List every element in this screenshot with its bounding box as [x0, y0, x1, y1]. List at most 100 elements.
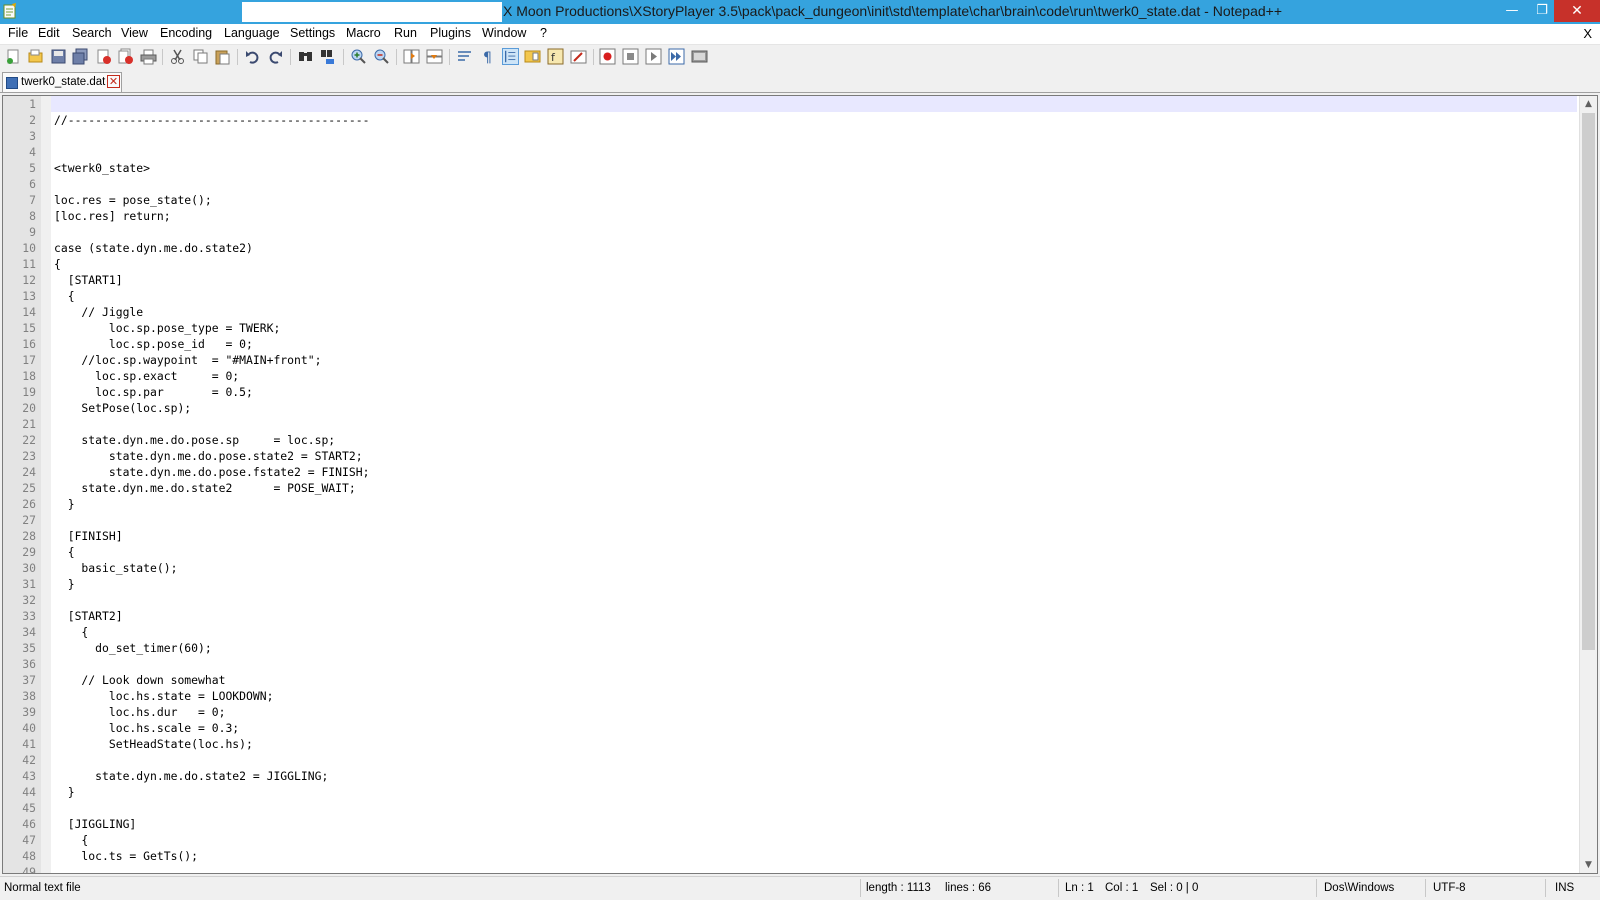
code-line[interactable]: 5 <twerk0_state> [29, 160, 1577, 176]
menu-macro[interactable]: Macro [346, 26, 381, 40]
menu-search[interactable]: Search [72, 26, 112, 40]
code-line[interactable]: 13 { [22, 288, 1577, 304]
code-line[interactable]: 21 [22, 416, 1577, 432]
code-line[interactable]: 41 SetHeadState(loc.hs); [22, 736, 1577, 752]
close-window-button[interactable]: ✕ [1554, 0, 1600, 22]
scroll-thumb[interactable] [1582, 113, 1595, 650]
code-line[interactable]: 22 state.dyn.me.do.pose.sp = loc.sp; [22, 432, 1577, 448]
close-icon[interactable] [95, 48, 112, 65]
code-line[interactable]: 25 state.dyn.me.do.state2 = POSE_WAIT; [22, 480, 1577, 496]
code-line[interactable]: 30 basic_state(); [22, 560, 1577, 576]
code-line[interactable]: 44 } [22, 784, 1577, 800]
code-line[interactable]: 2 //-------------------------------------… [29, 112, 1577, 128]
text-editor[interactable]: 1 2//------------------------------------… [2, 95, 1598, 874]
code-line[interactable]: 39 loc.hs.dur = 0; [22, 704, 1577, 720]
undo-icon[interactable] [244, 48, 261, 65]
menu-run[interactable]: Run [394, 26, 417, 40]
vertical-scrollbar[interactable]: ▲ ▼ [1579, 96, 1597, 873]
code-line[interactable]: 29 { [22, 544, 1577, 560]
code-line[interactable]: 11 { [22, 256, 1577, 272]
code-line[interactable]: 19 loc.sp.par = 0.5; [22, 384, 1577, 400]
code-line[interactable]: 49 [22, 864, 1577, 873]
copy-icon[interactable] [192, 48, 209, 65]
code-line[interactable]: 32 [22, 592, 1577, 608]
tab-close-icon[interactable]: ✕ [107, 75, 120, 88]
fold-margin[interactable] [41, 96, 51, 873]
scroll-down-arrow-icon[interactable]: ▼ [1580, 857, 1597, 873]
title-bar[interactable]: X Moon Productions\XStoryPlayer 3.5\pack… [0, 0, 1600, 24]
code-line[interactable]: 17 //loc.sp.waypoint = "#MAIN+front"; [22, 352, 1577, 368]
code-line[interactable]: 3 [29, 128, 1577, 144]
function-list-icon[interactable]: f [547, 48, 564, 65]
code-line[interactable]: 35 do_set_timer(60); [22, 640, 1577, 656]
doc-map-icon[interactable] [524, 48, 541, 65]
code-line[interactable]: 9 [29, 224, 1577, 240]
code-line[interactable]: 1 [29, 96, 1577, 112]
code-line[interactable]: 46 [JIGGLING] [22, 816, 1577, 832]
show-all-chars-icon[interactable]: ¶ [479, 48, 496, 65]
tab-twerk0-state[interactable]: twerk0_state.dat ✕ [2, 72, 122, 92]
code-area[interactable]: 1 2//------------------------------------… [22, 96, 1577, 873]
code-line[interactable]: 10 case (state.dyn.me.do.state2) [22, 240, 1577, 256]
code-line[interactable]: 18 loc.sp.exact = 0; [22, 368, 1577, 384]
new-file-icon[interactable] [5, 48, 22, 65]
save-icon[interactable] [50, 48, 67, 65]
code-line[interactable]: 6 [29, 176, 1577, 192]
sync-horizontal-icon[interactable] [426, 48, 443, 65]
code-line[interactable]: 12 [START1] [22, 272, 1577, 288]
code-line[interactable]: 16 loc.sp.pose_id = 0; [22, 336, 1577, 352]
close-all-icon[interactable] [117, 48, 134, 65]
redo-icon[interactable] [267, 48, 284, 65]
code-line[interactable]: 24 state.dyn.me.do.pose.fstate2 = FINISH… [22, 464, 1577, 480]
menu-view[interactable]: View [121, 26, 148, 40]
code-line[interactable]: 4 [29, 144, 1577, 160]
code-line[interactable]: 23 state.dyn.me.do.pose.state2 = START2; [22, 448, 1577, 464]
menu-edit[interactable]: Edit [38, 26, 60, 40]
code-line[interactable]: 8 [loc.res] return; [29, 208, 1577, 224]
minimize-button[interactable]: — [1497, 0, 1527, 22]
code-line[interactable]: 48 loc.ts = GetTs(); [22, 848, 1577, 864]
folder-workspace-icon[interactable] [570, 48, 587, 65]
menu-window[interactable]: Window [482, 26, 526, 40]
menu-help[interactable]: ? [540, 26, 547, 40]
paste-icon[interactable] [214, 48, 231, 65]
menu-language[interactable]: Language [224, 26, 280, 40]
code-line[interactable]: 20 SetPose(loc.sp); [22, 400, 1577, 416]
code-line[interactable]: 33 [START2] [22, 608, 1577, 624]
code-line[interactable]: 42 [22, 752, 1577, 768]
code-line[interactable]: 15 loc.sp.pose_type = TWERK; [22, 320, 1577, 336]
scroll-up-arrow-icon[interactable]: ▲ [1580, 96, 1597, 112]
code-line[interactable]: 45 [22, 800, 1577, 816]
zoom-out-icon[interactable] [373, 48, 390, 65]
word-wrap-icon[interactable] [456, 48, 473, 65]
close-document-button[interactable]: X [1583, 26, 1592, 41]
code-line[interactable]: 26 } [22, 496, 1577, 512]
indent-guide-icon[interactable] [502, 48, 519, 65]
menu-settings[interactable]: Settings [290, 26, 335, 40]
code-line[interactable]: 37 // Look down somewhat [22, 672, 1577, 688]
play-macro-icon[interactable] [645, 48, 662, 65]
code-line[interactable]: 27 [22, 512, 1577, 528]
code-line[interactable]: 34 { [22, 624, 1577, 640]
code-line[interactable]: 38 loc.hs.state = LOOKDOWN; [22, 688, 1577, 704]
stop-macro-icon[interactable] [622, 48, 639, 65]
save-all-icon[interactable] [72, 48, 89, 65]
find-icon[interactable] [297, 48, 314, 65]
menu-encoding[interactable]: Encoding [160, 26, 212, 40]
menu-file[interactable]: File [8, 26, 28, 40]
run-macro-multiple-icon[interactable] [668, 48, 685, 65]
code-line[interactable]: 40 loc.hs.scale = 0.3; [22, 720, 1577, 736]
code-line[interactable]: 28 [FINISH] [22, 528, 1577, 544]
code-line[interactable]: 7 loc.res = pose_state(); [29, 192, 1577, 208]
replace-icon[interactable] [320, 48, 337, 65]
save-macro-icon[interactable] [691, 48, 708, 65]
code-line[interactable]: 14 // Jiggle [22, 304, 1577, 320]
sync-vertical-icon[interactable] [403, 48, 420, 65]
code-line[interactable]: 47 { [22, 832, 1577, 848]
maximize-button[interactable]: ❐ [1527, 0, 1557, 22]
menu-plugins[interactable]: Plugins [430, 26, 471, 40]
zoom-in-icon[interactable] [350, 48, 367, 65]
cut-icon[interactable] [169, 48, 186, 65]
record-macro-icon[interactable] [599, 48, 616, 65]
code-line[interactable]: 31 } [22, 576, 1577, 592]
